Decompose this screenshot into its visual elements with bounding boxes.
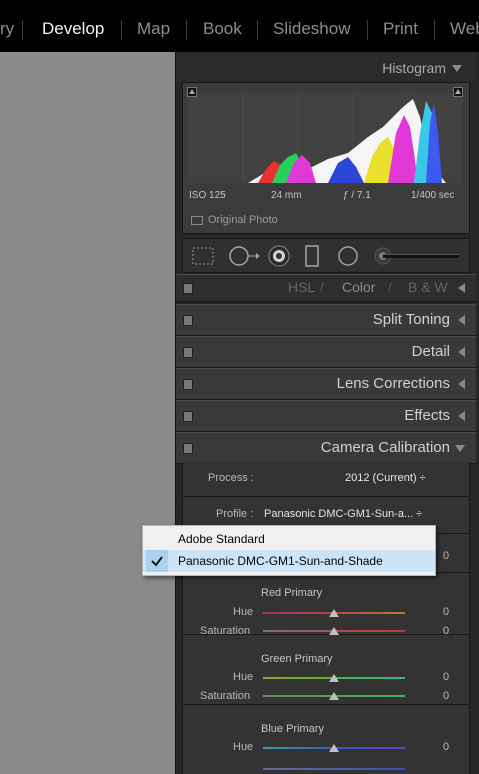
section-detail[interactable]: Detail [176,336,476,368]
slider-thumb[interactable] [329,744,339,752]
green-hue-value[interactable]: 0 [443,671,449,683]
module-separator [121,20,122,40]
slider-thumb[interactable] [329,692,339,700]
process-select[interactable]: 2012 (Current) ÷ [345,472,426,484]
process-label: Process : [208,472,254,484]
section-toggle-icon[interactable] [183,443,193,454]
section-lens-corrections[interactable]: Lens Corrections [176,368,476,400]
menu-item-label: Panasonic DMC-GM1-Sun-and-Shade [178,554,383,568]
slider-thumb[interactable] [329,674,339,682]
hue-label: Hue [233,606,254,618]
saturation-label: Saturation [200,625,251,637]
menu-item-panasonic-sun-and-shade[interactable]: Panasonic DMC-GM1-Sun-and-Shade [143,550,435,572]
module-print[interactable]: Print [383,19,418,39]
section-toggle-icon[interactable] [183,283,193,294]
module-library[interactable]: ry [0,19,14,39]
image-view[interactable] [0,52,175,774]
iso-readout: ISO 125 [189,190,226,201]
blue-hue-value[interactable]: 0 [443,741,449,753]
module-map[interactable]: Map [137,19,170,39]
tab-bw[interactable]: B & W [408,279,448,295]
blue-primary-group: Blue Primary Hue 0 [183,713,469,774]
original-photo-checkbox[interactable] [191,216,203,225]
tab-separator: / [320,279,324,295]
module-develop[interactable]: Develop [42,19,104,39]
camera-calibration-panel: Process : 2012 (Current) ÷ Profile : Pan… [182,462,470,774]
profile-label: Profile : [216,508,254,520]
section-hsl[interactable]: HSL / Color / B & W [176,274,476,302]
aperture-readout: ƒ / 7.1 [343,190,371,201]
graduated-filter-icon[interactable] [304,244,320,268]
shutter-speed-readout: 1/400 sec [411,190,455,201]
section-toggle-icon[interactable] [183,379,193,390]
module-separator [434,20,435,40]
red-saturation-value[interactable]: 0 [443,625,449,637]
radial-filter-icon[interactable] [336,244,360,268]
section-toggle-icon[interactable] [183,347,193,358]
section-split-toning[interactable]: Split Toning [176,304,476,336]
menu-item-adobe-standard[interactable]: Adobe Standard [143,528,435,550]
red-primary-group: Red Primary Hue 0 Saturation 0 [183,573,469,637]
tab-color[interactable]: Color [342,279,375,295]
module-separator [257,20,258,40]
module-separator [367,20,368,40]
module-web[interactable]: Web [450,19,479,39]
highlight-clipping-icon[interactable] [453,87,463,97]
collapse-triangle-icon[interactable] [455,445,465,452]
brush-size-slider[interactable] [383,254,459,258]
right-panel: Histogram ISO 125 24 mm ƒ / 7.1 1/400 se… [175,52,479,774]
tool-strip [182,238,470,273]
shadow-clipping-icon[interactable] [187,87,197,97]
section-title: Effects [404,407,450,424]
hue-label: Hue [233,671,254,683]
section-toggle-icon[interactable] [183,411,193,422]
section-effects[interactable]: Effects [176,400,476,432]
blue-primary-title: Blue Primary [261,723,324,735]
module-slideshow[interactable]: Slideshow [273,19,351,39]
module-book[interactable]: Book [203,19,242,39]
blue-saturation-slider[interactable] [263,768,405,770]
tab-hsl[interactable]: HSL [288,279,315,295]
focal-length-readout: 24 mm [271,190,302,201]
original-photo-label: Original Photo [208,214,278,226]
expand-triangle-icon[interactable] [458,379,465,389]
section-toggle-icon[interactable] [183,315,193,326]
section-camera-calibration[interactable]: Camera Calibration [176,432,476,464]
red-hue-value[interactable]: 0 [443,606,449,618]
histogram-title: Histogram [382,60,446,76]
section-title: Detail [411,343,450,360]
hue-label: Hue [233,741,254,753]
spot-removal-icon[interactable] [228,245,262,267]
section-title: Lens Corrections [336,375,450,392]
expand-triangle-icon[interactable] [458,411,465,421]
saturation-label: Saturation [200,690,251,702]
histogram-header[interactable]: Histogram [176,52,476,82]
tab-separator: / [388,279,392,295]
slider-thumb[interactable] [329,609,339,617]
menu-item-label: Adobe Standard [178,532,265,546]
green-primary-group: Green Primary Hue 0 Saturation 0 [183,643,469,705]
histogram-box[interactable]: ISO 125 24 mm ƒ / 7.1 1/400 sec Original… [182,82,470,234]
expand-triangle-icon[interactable] [458,347,465,357]
red-primary-title: Red Primary [261,587,323,599]
green-primary-title: Green Primary [261,653,333,665]
module-bar: ry Develop Map Book Slideshow Print Web [0,0,479,52]
profile-dropdown-menu: Adobe Standard Panasonic DMC-GM1-Sun-and… [142,525,436,576]
collapse-triangle-icon[interactable] [452,65,462,72]
green-saturation-value[interactable]: 0 [443,690,449,702]
shadows-tint-value[interactable]: 0 [443,550,449,562]
checkmark-icon [146,550,168,572]
module-separator [186,20,187,40]
expand-triangle-icon[interactable] [458,283,465,293]
expand-triangle-icon[interactable] [458,315,465,325]
profile-select[interactable]: Panasonic DMC-GM1-Sun-a... ÷ [264,508,422,520]
module-separator [22,20,23,40]
slider-thumb[interactable] [329,627,339,635]
section-title: Split Toning [372,311,450,328]
process-row[interactable]: Process : 2012 (Current) ÷ [183,462,469,497]
red-eye-icon[interactable] [267,244,291,268]
crop-tool-icon[interactable] [191,246,215,266]
section-title: Camera Calibration [320,439,450,456]
